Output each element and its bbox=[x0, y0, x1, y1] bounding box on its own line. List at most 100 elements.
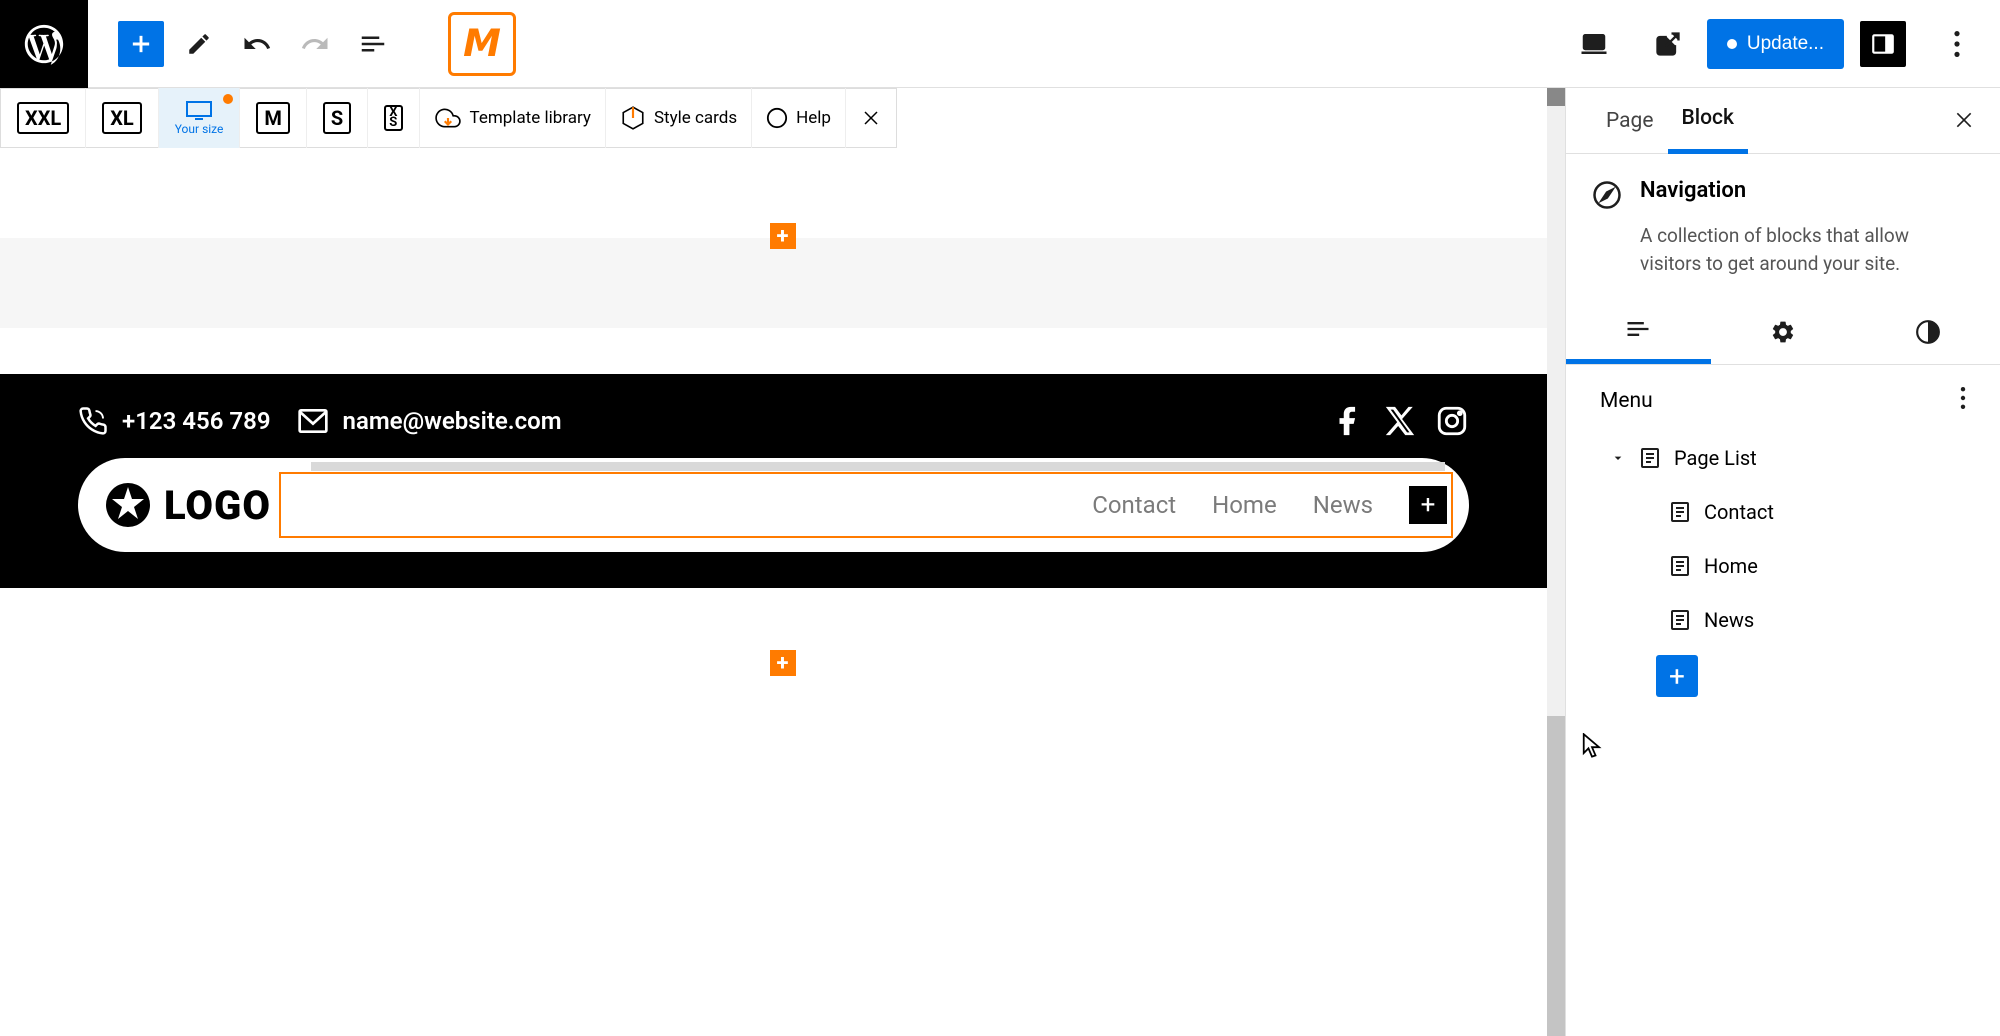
edit-tool-button[interactable] bbox=[176, 21, 222, 67]
phone-icon bbox=[78, 406, 108, 436]
view-button[interactable] bbox=[1571, 21, 1617, 67]
pencil-icon bbox=[186, 31, 212, 57]
size-xxl-button[interactable]: XXL bbox=[1, 88, 86, 148]
subtab-styles[interactable] bbox=[1855, 299, 2000, 364]
menu-header-row: Menu bbox=[1566, 365, 2000, 425]
selection-handle[interactable] bbox=[311, 462, 1445, 471]
list-icon bbox=[358, 29, 388, 59]
monitor-icon bbox=[185, 100, 213, 120]
laptop-icon bbox=[1579, 29, 1609, 59]
logo-text: LOGO bbox=[164, 482, 271, 529]
tree-page-news[interactable]: News bbox=[1606, 593, 1980, 647]
cursor-icon bbox=[1582, 733, 1602, 765]
redo-icon bbox=[300, 29, 330, 59]
add-block-after-button[interactable]: + bbox=[770, 650, 796, 676]
mail-icon bbox=[297, 405, 329, 437]
style-cards-button[interactable]: Style cards bbox=[606, 88, 752, 148]
nav-bar: LOGO Contact Home News + bbox=[78, 458, 1469, 552]
page-icon bbox=[1668, 608, 1692, 632]
responsive-toolbar: XXL XL Your size M S XS Template library… bbox=[0, 88, 897, 148]
undo-button[interactable] bbox=[234, 21, 280, 67]
tree-add-item-button[interactable]: + bbox=[1656, 655, 1698, 697]
menu-tree: Page List Contact Home News + bbox=[1566, 425, 2000, 697]
size-m-button[interactable]: M bbox=[240, 88, 307, 148]
logo-area[interactable]: LOGO bbox=[104, 481, 271, 529]
nav-link-home[interactable]: Home bbox=[1212, 491, 1277, 519]
tree-page-contact[interactable]: Contact bbox=[1606, 485, 1980, 539]
sidebar-subtabs bbox=[1566, 299, 2000, 365]
close-icon bbox=[862, 109, 880, 127]
size-xs-button[interactable]: XS bbox=[368, 88, 419, 148]
style-icon bbox=[620, 105, 646, 131]
sidebar-icon bbox=[1870, 31, 1896, 57]
tab-block[interactable]: Block bbox=[1668, 88, 1748, 154]
social-group bbox=[1331, 404, 1469, 438]
editor-topbar: 𝙈 Update... bbox=[0, 0, 2000, 88]
nav-link-news[interactable]: News bbox=[1313, 491, 1373, 519]
facebook-icon[interactable] bbox=[1331, 404, 1365, 438]
document-overview-button[interactable] bbox=[350, 21, 396, 67]
kebab-icon bbox=[1960, 387, 1966, 409]
nav-add-item-button[interactable]: + bbox=[1409, 486, 1447, 524]
block-title-row: Navigation bbox=[1566, 154, 2000, 222]
update-button[interactable]: Update... bbox=[1707, 19, 1844, 69]
email-text: name@website.com bbox=[343, 407, 562, 435]
tab-page[interactable]: Page bbox=[1592, 88, 1668, 154]
plus-icon bbox=[127, 30, 155, 58]
page-icon bbox=[1668, 554, 1692, 578]
x-twitter-icon[interactable] bbox=[1383, 404, 1417, 438]
contact-group: +123 456 789 name@website.com bbox=[78, 405, 562, 437]
settings-sidebar: Page Block Navigation A collection of bl… bbox=[1565, 88, 2000, 1036]
page-icon bbox=[1668, 500, 1692, 524]
logo-icon bbox=[104, 481, 152, 529]
close-icon bbox=[1954, 110, 1974, 130]
close-sidebar-button[interactable] bbox=[1954, 104, 1974, 137]
header-section[interactable]: +123 456 789 name@website.com LOGO Cont bbox=[0, 374, 1547, 588]
page-list-icon bbox=[1638, 446, 1662, 470]
scroll-up-arrow[interactable] bbox=[1547, 88, 1565, 106]
canvas-scrollbar-track[interactable] bbox=[1547, 88, 1565, 1036]
add-block-button[interactable] bbox=[118, 21, 164, 67]
help-icon bbox=[766, 107, 788, 129]
subtab-settings[interactable] bbox=[1711, 299, 1856, 364]
size-l-button[interactable]: Your size bbox=[159, 88, 241, 148]
redo-button[interactable] bbox=[292, 21, 338, 67]
topbar-right-group: Update... bbox=[1559, 19, 1980, 69]
options-button[interactable] bbox=[1934, 21, 1980, 67]
size-l-label: Your size bbox=[175, 122, 224, 136]
cloud-download-icon bbox=[434, 105, 462, 131]
tree-page-list[interactable]: Page List bbox=[1606, 431, 1980, 485]
header-topbar-row: +123 456 789 name@website.com bbox=[78, 404, 1469, 438]
menu-options-button[interactable] bbox=[1960, 387, 1966, 415]
subtab-list-view[interactable] bbox=[1566, 299, 1711, 364]
close-toolbar-button[interactable] bbox=[846, 88, 896, 148]
size-xl-button[interactable]: XL bbox=[86, 88, 159, 148]
navigation-block-selected[interactable]: Contact Home News + bbox=[279, 472, 1453, 538]
email-item[interactable]: name@website.com bbox=[297, 405, 562, 437]
undo-icon bbox=[242, 29, 272, 59]
size-s-button[interactable]: S bbox=[307, 88, 368, 148]
gear-icon bbox=[1770, 319, 1796, 345]
help-button[interactable]: Help bbox=[752, 88, 846, 148]
add-block-before-button[interactable]: + bbox=[770, 223, 796, 249]
kebab-icon bbox=[1954, 31, 1960, 57]
wordpress-logo[interactable] bbox=[0, 0, 88, 88]
external-link-icon bbox=[1654, 30, 1682, 58]
phone-item[interactable]: +123 456 789 bbox=[78, 406, 271, 436]
template-library-button[interactable]: Template library bbox=[420, 88, 606, 148]
pointer-icon bbox=[1582, 733, 1602, 759]
nav-link-contact[interactable]: Contact bbox=[1092, 491, 1176, 519]
scrollbar-thumb[interactable] bbox=[1547, 716, 1565, 1036]
maxi-icon: 𝙈 bbox=[463, 21, 501, 66]
menu-label: Menu bbox=[1600, 389, 1653, 413]
settings-sidebar-toggle[interactable] bbox=[1860, 21, 1906, 67]
phone-text: +123 456 789 bbox=[122, 407, 271, 435]
block-description: A collection of blocks that allow visito… bbox=[1566, 222, 2000, 277]
maxi-blocks-button[interactable]: 𝙈 bbox=[448, 12, 516, 76]
view-page-button[interactable] bbox=[1645, 21, 1691, 67]
tree-page-home[interactable]: Home bbox=[1606, 539, 1980, 593]
wordpress-icon bbox=[21, 21, 67, 67]
block-title: Navigation bbox=[1640, 178, 1746, 203]
instagram-icon[interactable] bbox=[1435, 404, 1469, 438]
navigation-icon bbox=[1592, 180, 1622, 210]
